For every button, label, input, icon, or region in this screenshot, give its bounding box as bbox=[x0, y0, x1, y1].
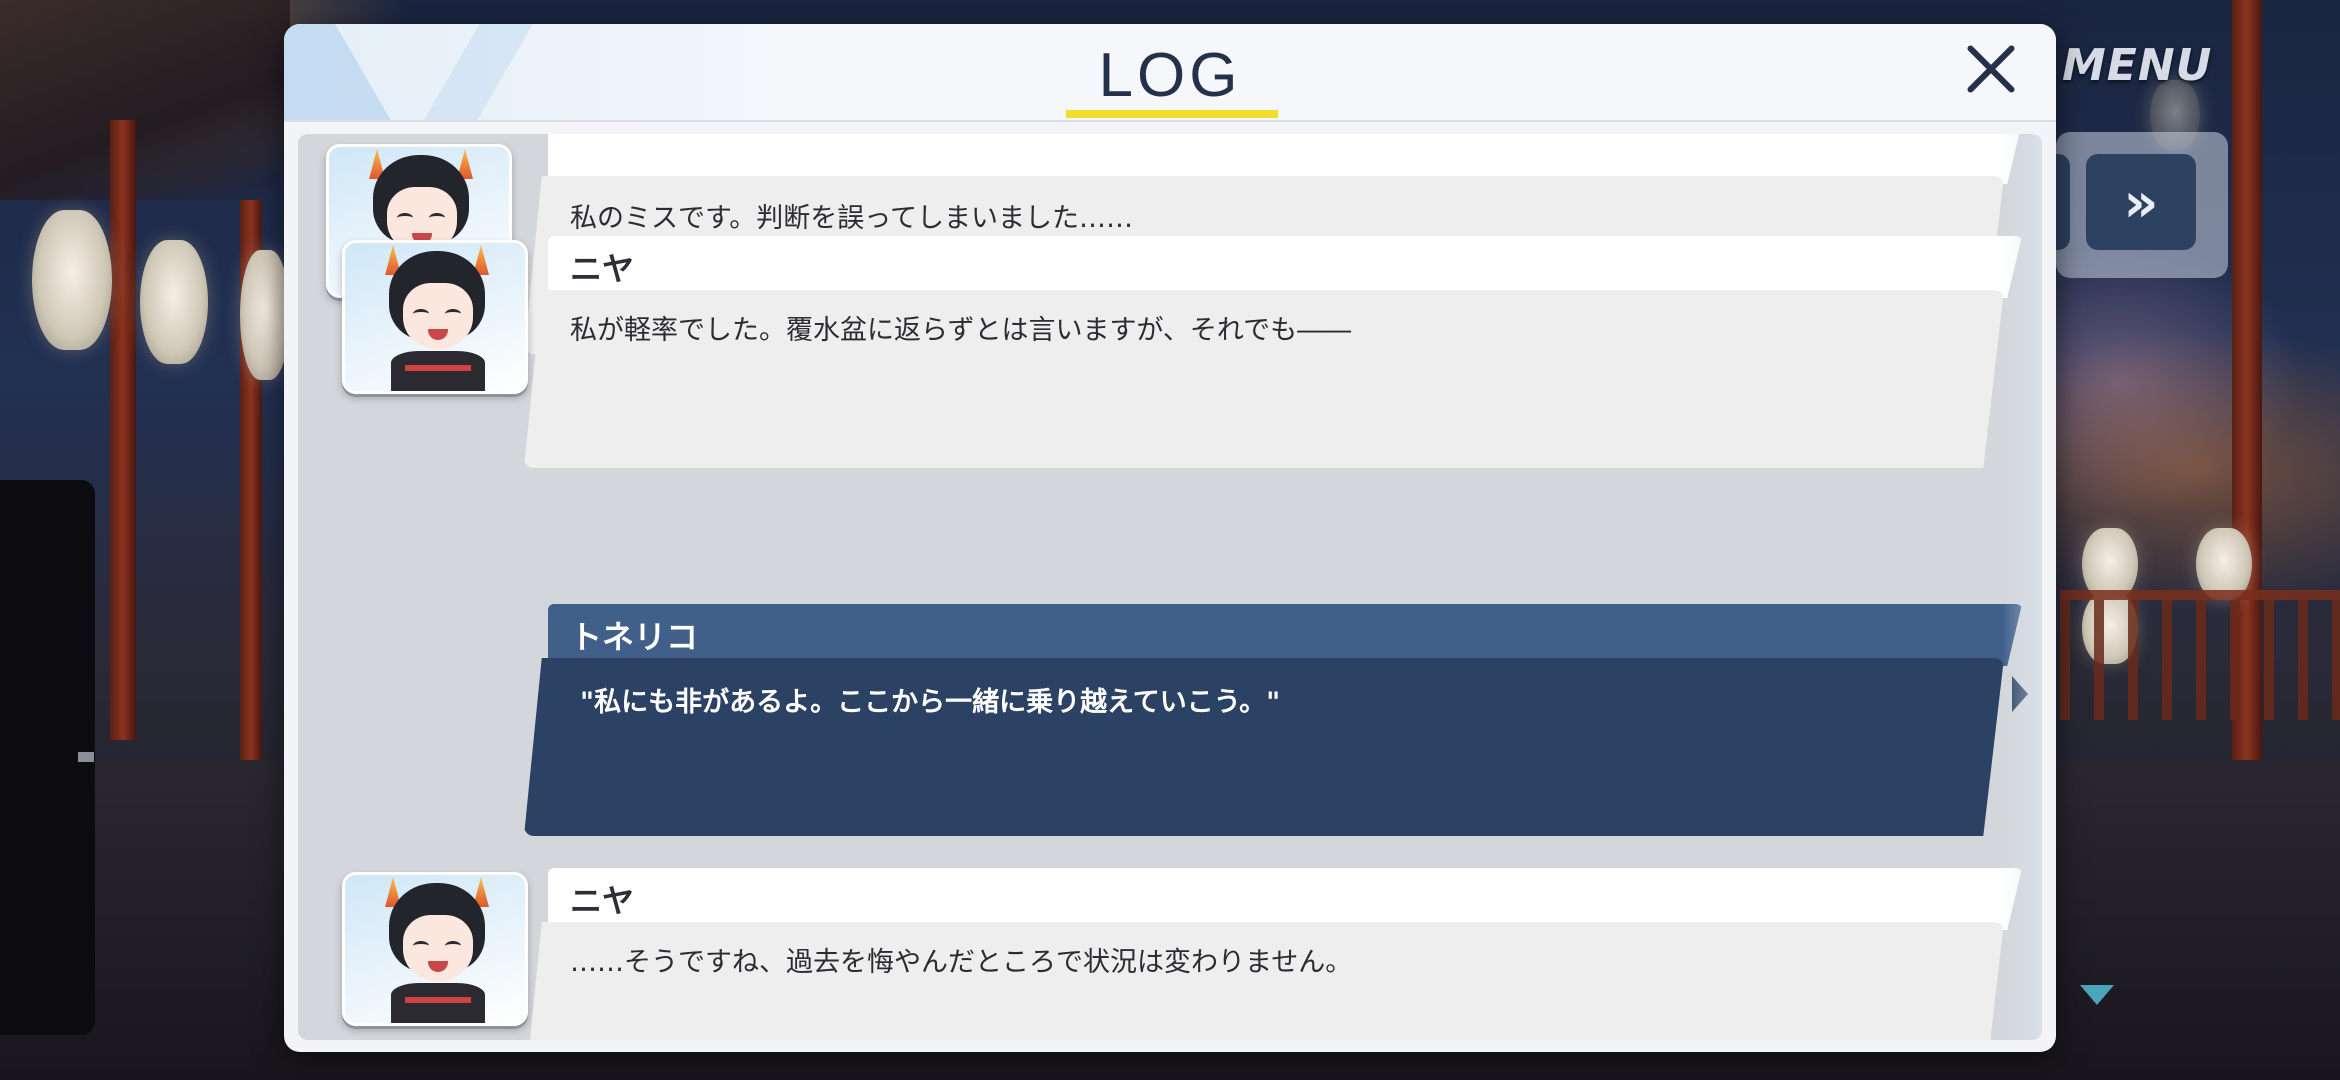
eye bbox=[413, 309, 429, 319]
menu-button[interactable]: MENU bbox=[2062, 40, 2212, 91]
eye bbox=[445, 941, 461, 951]
fast-forward-icon: » bbox=[2123, 170, 2159, 234]
paper-lantern bbox=[32, 210, 112, 350]
collar bbox=[391, 983, 485, 1023]
speaker-name-bar bbox=[548, 236, 2022, 298]
collar-stripe bbox=[405, 997, 471, 1003]
title-underline bbox=[1066, 110, 1278, 118]
next-indicator-icon bbox=[2080, 985, 2114, 1005]
log-entry-player: トネリコ "私にも非があるよ。ここから一緒に乗り越えていこう。" bbox=[298, 604, 2042, 844]
collar-stripe bbox=[405, 365, 471, 371]
log-title: LOG bbox=[1098, 41, 1242, 110]
log-modal: LOG × 私のミスです。判断を誤ってしまいました…… 百鬼夜行をこんな風にし bbox=[284, 24, 2056, 1052]
speaker-name: トネリコ bbox=[570, 618, 699, 656]
temple-pillar-left bbox=[110, 120, 136, 740]
temple-roof bbox=[0, 0, 290, 200]
speaker-name: ニヤ bbox=[570, 882, 635, 920]
paper-lantern bbox=[140, 240, 208, 364]
eye bbox=[445, 309, 461, 319]
dialog-text: 私が軽率でした。覆水盆に返らずとは言いますが、それでも―― bbox=[570, 315, 1352, 346]
log-scroll-area[interactable]: 私のミスです。判断を誤ってしまいました…… 百鬼夜行をこんな風にしてしまうなんて… bbox=[298, 134, 2042, 1040]
speaker-avatar bbox=[342, 240, 528, 394]
log-header: LOG × bbox=[284, 24, 2056, 122]
collar bbox=[391, 351, 485, 391]
eye bbox=[429, 213, 445, 223]
eye bbox=[413, 941, 429, 951]
side-panel-marker bbox=[78, 752, 94, 762]
side-panel bbox=[0, 480, 95, 1035]
speaker-avatar bbox=[342, 872, 528, 1026]
log-entry: ニヤ 私が軽率でした。覆水盆に返らずとは言いますが、それでも―― bbox=[298, 236, 2042, 476]
log-entry: 私のミスです。判断を誤ってしまいました…… 百鬼夜行をこんな風にしてしまうなんて… bbox=[298, 134, 2042, 354]
paper-lantern bbox=[240, 250, 290, 380]
dialog-text: ……そうですね、過去を悔やんだところで状況は変わりません。 bbox=[570, 947, 1353, 978]
fast-forward-button[interactable]: » bbox=[2086, 154, 2196, 250]
dialog-text: "私にも非があるよ。ここから一緒に乗り越えていこう。" bbox=[580, 687, 1281, 718]
speaker-name-bar bbox=[548, 604, 2022, 666]
dialog-pointer-icon bbox=[2012, 676, 2028, 712]
shrine-fence bbox=[2060, 590, 2340, 720]
eye bbox=[397, 213, 413, 223]
log-entry: ニヤ ……そうですね、過去を悔やんだところで状況は変わりません。 bbox=[298, 868, 2042, 1040]
speaker-name: ニヤ bbox=[570, 250, 635, 288]
close-button[interactable]: × bbox=[1956, 34, 2026, 104]
speaker-name-bar bbox=[548, 868, 2022, 930]
